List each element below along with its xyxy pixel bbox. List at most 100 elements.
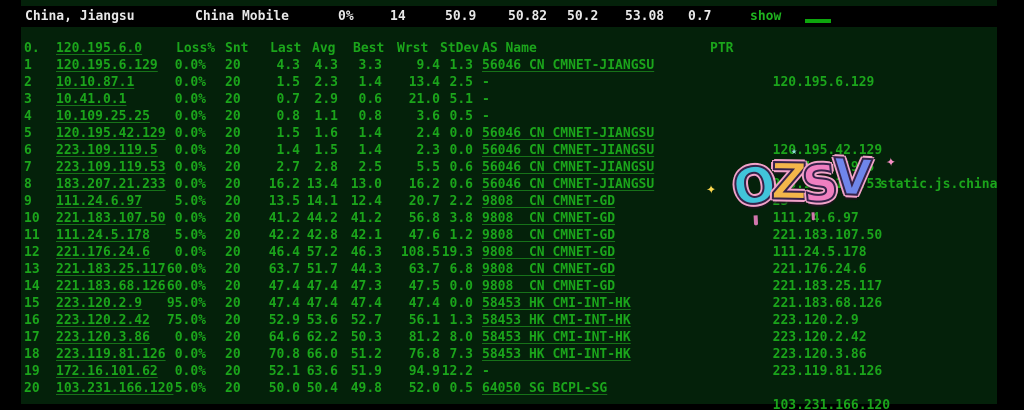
ip-link[interactable]: 111.24.6.97 (56, 193, 142, 210)
stdev-cell: 12.2 (432, 363, 473, 380)
ptr-cell: 23 static.js.china (710, 176, 997, 193)
asn-link[interactable]: 9808 CN CMNET-GD (482, 193, 615, 210)
avg-cell: 44.2 (296, 210, 338, 227)
loss-cell: 0.0% (150, 346, 206, 363)
col-header-wrst: Wrst (397, 40, 428, 57)
stdev-cell: 0.6 (432, 176, 473, 193)
asn-link[interactable]: 56046 CN CMNET-JIANGSU (482, 57, 654, 74)
ip-link[interactable]: 221.176.24.6 (56, 244, 150, 261)
ip-link[interactable]: 172.16.101.62 (56, 363, 158, 380)
last-cell: 1.5 (252, 125, 300, 142)
ptr-cell: 221.183.25.117 (710, 261, 997, 278)
hop-number: 18 (24, 346, 40, 363)
best-cell: 46.3 (340, 244, 382, 261)
col-header-stdev: StDev (440, 40, 479, 57)
snt-cell: 20 (225, 244, 241, 261)
avg-cell: 1.5 (296, 142, 338, 159)
show-link[interactable]: show (750, 6, 781, 27)
avg-cell: 4.3 (296, 57, 338, 74)
loss-cell: 60.0% (150, 261, 206, 278)
loss-cell: 0.0% (150, 91, 206, 108)
avg-cell: 47.4 (296, 278, 338, 295)
asn-link[interactable]: 56046 CN CMNET-JIANGSU (482, 142, 654, 159)
ip-link[interactable]: 10.41.0.1 (56, 91, 126, 108)
last-cell: 47.4 (252, 295, 300, 312)
last-cell: 52.9 (252, 312, 300, 329)
best-cell: 13.0 (340, 176, 382, 193)
last-cell: 46.4 (252, 244, 300, 261)
ptr-cell: 223.109.119.5 (710, 142, 997, 159)
asn-link[interactable]: 58453 HK CMI-INT-HK (482, 346, 631, 363)
ip-link[interactable]: 111.24.5.178 (56, 227, 150, 244)
ptr-cell: 223.120.2.42 (710, 312, 997, 329)
hop-number: 6 (24, 142, 32, 159)
avg-cell: 1.1 (296, 108, 338, 125)
asn-link[interactable]: 9808 CN CMNET-GD (482, 278, 615, 295)
ip-link[interactable]: 10.10.87.1 (56, 74, 134, 91)
summary-stdev: 0.7 (688, 6, 711, 27)
stdev-cell: 5.1 (432, 91, 473, 108)
asn-link[interactable]: 56046 CN CMNET-JIANGSU (482, 176, 654, 193)
col-header-avg: Avg (312, 40, 335, 57)
ip-link[interactable]: 10.109.25.25 (56, 108, 150, 125)
avg-cell: 14.1 (296, 193, 338, 210)
hop-row: 1 120.195.6.129 0.0% 20 4.3 4.3 3.3 9.4 … (0, 57, 1024, 74)
last-cell: 50.0 (252, 380, 300, 397)
avg-cell: 57.2 (296, 244, 338, 261)
best-cell: 0.6 (340, 91, 382, 108)
loss-cell: 0.0% (150, 125, 206, 142)
ip-link[interactable]: 120.195.6.0 (56, 40, 142, 57)
stdev-cell: 0.0 (432, 125, 473, 142)
hop-number: 5 (24, 125, 32, 142)
loss-cell: 5.0% (150, 380, 206, 397)
loss-cell: 0.0% (150, 74, 206, 91)
avg-cell: 2.9 (296, 91, 338, 108)
last-cell: 42.2 (252, 227, 300, 244)
avg-cell: 47.4 (296, 295, 338, 312)
asn-link[interactable]: 9808 CN CMNET-GD (482, 244, 615, 261)
asn-link[interactable]: 58453 HK CMI-INT-HK (482, 329, 631, 346)
avg-cell: 63.6 (296, 363, 338, 380)
ptr-cell: 221.176.24.6 (710, 244, 997, 261)
ip-link[interactable]: 223.109.119.5 (56, 142, 158, 159)
asn-link[interactable]: 58453 HK CMI-INT-HK (482, 295, 631, 312)
hop-number: 11 (24, 227, 40, 244)
last-cell: 64.6 (252, 329, 300, 346)
hop-number: 0. (24, 40, 40, 57)
last-cell: 70.8 (252, 346, 300, 363)
stdev-cell: 0.0 (432, 278, 473, 295)
asn-link[interactable]: 58453 HK CMI-INT-HK (482, 312, 631, 329)
stdev-cell: 1.3 (432, 57, 473, 74)
hop-row: 15 223.120.2.9 95.0% 20 47.4 47.4 47.4 4… (0, 295, 1024, 312)
best-cell: 0.8 (340, 108, 382, 125)
avg-cell: 51.7 (296, 261, 338, 278)
last-cell: 1.4 (252, 142, 300, 159)
ip-link[interactable]: 120.195.6.129 (56, 57, 158, 74)
asn-link: - (482, 91, 490, 108)
loss-cell: 75.0% (150, 312, 206, 329)
asn-link[interactable]: 9808 CN CMNET-GD (482, 261, 615, 278)
asn-link[interactable]: 56046 CN CMNET-JIANGSU (482, 159, 654, 176)
asn-link[interactable]: 56046 CN CMNET-JIANGSU (482, 125, 654, 142)
hop-row: 2 10.10.87.1 0.0% 20 1.5 2.3 1.4 13.4 2.… (0, 74, 1024, 91)
asn-link[interactable]: 9808 CN CMNET-GD (482, 227, 615, 244)
hop-row: 4 10.109.25.25 0.0% 20 0.8 1.1 0.8 3.6 0… (0, 108, 1024, 125)
snt-cell: 20 (225, 142, 241, 159)
col-header-loss: Loss% (176, 40, 215, 57)
show-indicator-dash (805, 19, 831, 23)
ip-link[interactable]: 223.120.2.42 (56, 312, 150, 329)
col-header-ptr: PTR (710, 40, 733, 57)
asn-link[interactable]: 64050 SG BCPL-SG (482, 380, 607, 397)
last-cell: 63.7 (252, 261, 300, 278)
loss-cell: 0.0% (150, 108, 206, 125)
last-cell: 52.1 (252, 363, 300, 380)
ptr-cell (710, 108, 997, 125)
asn-link: - (482, 108, 490, 125)
ip-link[interactable]: 223.120.2.9 (56, 295, 142, 312)
ip-link[interactable]: 223.120.3.86 (56, 329, 150, 346)
summary-bar: China, Jiangsu China Mobile 0% 14 50.9 5… (0, 6, 1024, 27)
asn-link[interactable]: 9808 CN CMNET-GD (482, 210, 615, 227)
hop-number: 3 (24, 91, 32, 108)
summary-isp: China Mobile (195, 6, 289, 27)
last-cell: 4.3 (252, 57, 300, 74)
